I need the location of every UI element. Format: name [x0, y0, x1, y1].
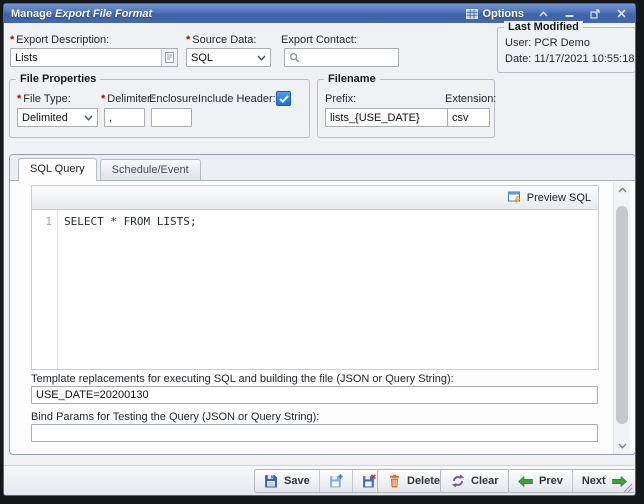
next-label: Next	[582, 475, 606, 487]
file-type-select[interactable]: Delimited	[17, 108, 98, 127]
minimize-button[interactable]	[562, 7, 576, 21]
last-modified-fieldset: Last Modified User: PCR Demo Date: 11/17…	[497, 27, 636, 73]
save-icon	[264, 474, 278, 488]
chevron-down-icon	[84, 115, 93, 121]
chevron-down-icon	[618, 443, 627, 449]
preview-sql-icon	[508, 191, 522, 204]
template-replacements-label: Template replacements for executing SQL …	[31, 373, 454, 385]
arrow-left-icon	[518, 476, 533, 487]
export-contact-field-wrap	[284, 48, 399, 67]
last-modified-user: User: PCR Demo	[505, 37, 590, 49]
delimiter-input[interactable]	[104, 108, 145, 127]
screenshot-surround: Manage Export File Format Options *Expor…	[0, 0, 644, 504]
export-contact-label: Export Contact:	[281, 34, 357, 46]
source-data-select[interactable]: SQL	[186, 48, 271, 67]
editor-line-gutter: 1	[32, 210, 58, 369]
scroll-down-button[interactable]	[614, 438, 631, 454]
save-close-icon	[362, 474, 376, 488]
file-type-value: Delimited	[22, 112, 84, 124]
required-asterisk: *	[186, 34, 190, 46]
delimiter-label: *Delimiter:	[101, 93, 154, 105]
clear-label: Clear	[471, 475, 499, 487]
save-button[interactable]: Save	[255, 470, 319, 492]
last-modified-legend: Last Modified	[504, 21, 583, 33]
bind-params-label: Bind Params for Testing the Query (JSON …	[31, 411, 319, 423]
line-number: 1	[45, 215, 52, 228]
scrollbar-thumb[interactable]	[616, 206, 628, 424]
prev-next-button-group: Prev Next	[508, 469, 636, 493]
trash-icon	[388, 474, 401, 488]
enclosure-label: Enclosure:	[149, 93, 201, 105]
delete-label: Delete	[407, 475, 440, 487]
file-properties-legend: File Properties	[16, 73, 100, 85]
options-label: Options	[482, 8, 524, 20]
file-properties-fieldset: File Properties *File Type: Delimited *D…	[9, 79, 310, 138]
enclosure-input[interactable]	[151, 108, 192, 127]
resize-handle[interactable]	[622, 482, 633, 493]
sql-code-editor[interactable]: 1 SELECT * FROM LISTS;	[31, 210, 599, 370]
save-label: Save	[284, 475, 310, 487]
minimize-icon	[565, 10, 574, 18]
window-title: Manage Export File Format	[11, 8, 466, 20]
chevron-down-icon	[257, 55, 266, 61]
export-contact-input[interactable]	[284, 48, 399, 67]
query-tab-panel: SQL Query Schedule/Event Preview SQL 1 S…	[9, 154, 636, 455]
notes-expand-icon	[165, 52, 174, 63]
refresh-icon	[451, 474, 465, 488]
source-data-label: *Source Data:	[186, 34, 256, 46]
export-description-input[interactable]	[10, 48, 178, 67]
prev-button[interactable]: Prev	[509, 470, 572, 492]
template-replacements-input[interactable]	[31, 386, 598, 404]
scroll-up-button[interactable]	[614, 182, 631, 198]
prefix-label: Prefix:	[325, 93, 356, 105]
required-asterisk: *	[10, 34, 14, 46]
required-asterisk: *	[101, 93, 105, 105]
manage-export-window: Manage Export File Format Options *Expor…	[3, 3, 636, 496]
extension-label: Extension:	[445, 93, 496, 105]
extension-input[interactable]	[447, 108, 490, 127]
options-button[interactable]: Options	[466, 8, 524, 20]
filename-legend: Filename	[324, 73, 380, 85]
last-modified-date: Date: 11/17/2021 10:55:18	[505, 53, 634, 65]
chevron-up-icon	[539, 11, 548, 17]
close-icon	[617, 9, 626, 18]
save-button-group: Save	[254, 469, 386, 493]
chevron-up-icon	[618, 187, 627, 193]
filename-fieldset: Filename Prefix: Extension:	[317, 79, 495, 138]
save-and-new-button[interactable]	[319, 470, 352, 492]
expand-field-button[interactable]	[161, 49, 177, 66]
bind-params-input[interactable]	[31, 424, 598, 442]
preview-sql-button[interactable]: Preview SQL	[508, 191, 591, 204]
tab-strip: SQL Query Schedule/Event	[10, 155, 635, 181]
include-header-checkbox[interactable]	[276, 91, 291, 106]
save-new-icon	[329, 474, 343, 488]
tab-schedule-event[interactable]: Schedule/Event	[100, 159, 201, 180]
sql-code-line: SELECT * FROM LISTS;	[64, 215, 196, 228]
file-type-label: *File Type:	[17, 93, 71, 105]
footer-toolbar: Save Delete Clear Prev	[4, 465, 635, 495]
vertical-scrollbar[interactable]	[613, 182, 630, 454]
prefix-input[interactable]	[325, 108, 450, 127]
export-description-label: *Export Description:	[10, 34, 109, 46]
grid-icon	[466, 9, 478, 19]
search-icon	[289, 52, 300, 63]
clear-button[interactable]: Clear	[440, 469, 510, 493]
restore-icon	[590, 9, 600, 19]
check-icon	[279, 95, 289, 103]
restore-button[interactable]	[588, 7, 602, 21]
export-description-field-wrap	[10, 48, 178, 67]
include-header-label: Include Header:	[198, 93, 276, 105]
sql-toolbar: Preview SQL	[31, 185, 599, 210]
source-data-value: SQL	[191, 52, 257, 64]
required-asterisk: *	[17, 93, 21, 105]
prev-label: Prev	[539, 475, 563, 487]
preview-sql-label: Preview SQL	[527, 192, 591, 204]
close-button[interactable]	[614, 7, 628, 21]
tab-sql-query[interactable]: SQL Query	[18, 158, 97, 181]
collapse-button[interactable]	[536, 7, 550, 21]
